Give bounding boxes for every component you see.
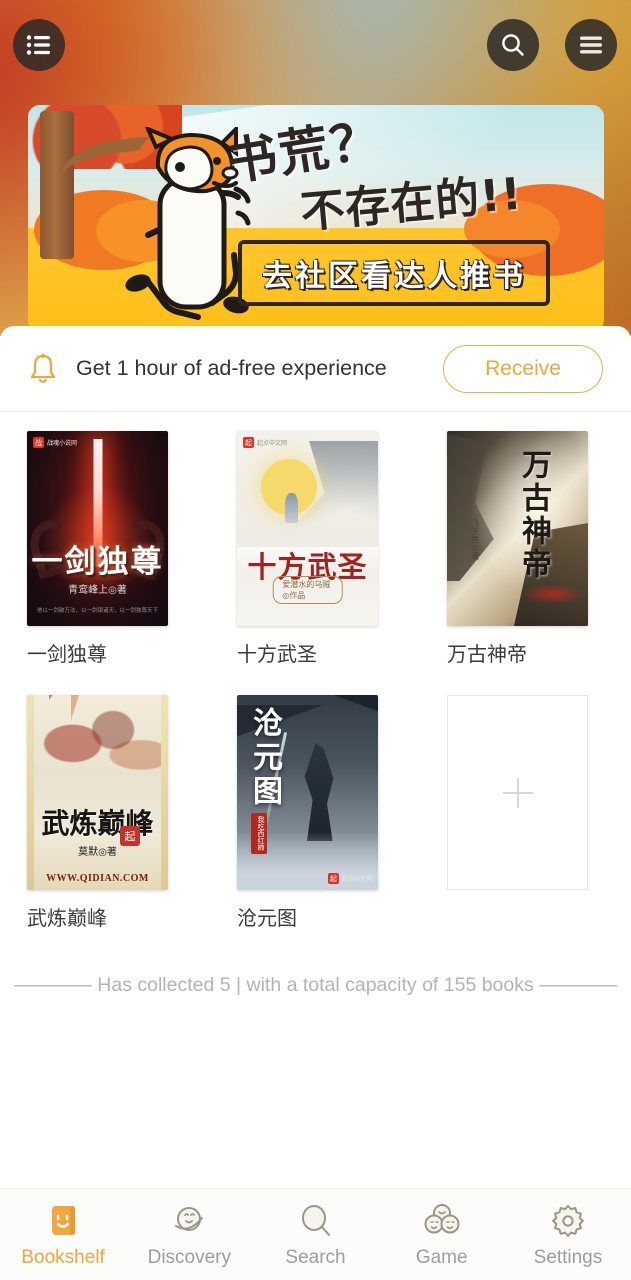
app-root: 书荒？ 不存在的!! 去社区看达人推书 Get 1 hour of ad-fre…: [0, 0, 631, 1280]
book-cover[interactable]: 战 战魂小说网 一剑独尊 青鸾峰上◎著 他以一剑破万法，以一剑镇诸天，以一剑独尊…: [27, 431, 168, 626]
menu-button[interactable]: [565, 19, 617, 71]
add-book-item[interactable]: [447, 695, 588, 931]
banner-text-block: 书荒？ 不存在的!! 去社区看达人推书: [216, 105, 596, 332]
promo-banner[interactable]: 书荒？ 不存在的!! 去社区看达人推书: [28, 105, 604, 332]
ad-free-notice: Get 1 hour of ad-free experience Receive: [0, 326, 631, 412]
list-icon: [26, 35, 50, 55]
cover-author-text: 青鸾峰上◎著: [68, 585, 127, 596]
tab-label: Search: [285, 1246, 346, 1268]
list-view-button[interactable]: [13, 19, 65, 71]
gear-icon: [548, 1201, 588, 1241]
book-title: 武炼巅峰: [27, 908, 107, 930]
tab-label: Game: [415, 1246, 468, 1268]
book-cover[interactable]: 万古神帝 飞天鱼◎著: [447, 431, 588, 626]
book-item[interactable]: 战 战魂小说网 一剑独尊 青鸾峰上◎著 他以一剑破万法，以一剑镇诸天，以一剑独尊…: [27, 431, 168, 667]
cover-title-text: 一剑独尊: [31, 544, 164, 580]
cover-url-text: WWW.QIDIAN.COM: [46, 873, 149, 884]
cover-title-text: 万古神帝: [516, 449, 551, 581]
receive-button[interactable]: Receive: [443, 344, 603, 393]
cover-chop-mark: 起: [120, 826, 140, 846]
collection-summary: ———— Has collected 5 | with a total capa…: [13, 974, 618, 996]
cover-tagline-text: 他以一剑破万法，以一剑镇诸天，以一剑独尊天下: [36, 607, 158, 614]
planet-face-icon: [169, 1201, 209, 1241]
bookshelf-icon: [43, 1201, 83, 1241]
cover-figure: [285, 493, 298, 523]
tab-settings[interactable]: Settings: [505, 1189, 631, 1280]
book-item[interactable]: 武炼巅峰 起 莫默◎著 WWW.QIDIAN.COM 武炼巅峰: [27, 695, 168, 931]
book-title: 十方武圣: [237, 644, 317, 666]
book-title: 沧元图: [237, 908, 297, 930]
search-icon: [502, 34, 524, 56]
book-item[interactable]: 起 起点中文网 十方武圣 爱潜水的乌贼◎作品 十方武圣: [237, 431, 378, 667]
content-sheet: Get 1 hour of ad-free experience Receive…: [0, 326, 631, 1280]
bookshelf-grid: 战 战魂小说网 一剑独尊 青鸾峰上◎著 他以一剑破万法，以一剑镇诸天，以一剑独尊…: [0, 412, 631, 931]
publisher-logo-mark: 起: [243, 437, 254, 448]
top-bar: [0, 0, 631, 92]
add-book-slot[interactable]: [447, 695, 588, 890]
publisher-logo-mark: 战: [33, 437, 44, 448]
tab-bookshelf[interactable]: Bookshelf: [0, 1189, 126, 1280]
book-item[interactable]: 沧元图 我吃西红柿 起 起点中文网 沧元图: [237, 695, 378, 931]
bottom-navigation: Bookshelf Discovery Search Game Settings: [0, 1188, 631, 1280]
tab-label: Settings: [533, 1246, 603, 1268]
publisher-logo: 起 起点中文网: [243, 437, 287, 448]
notice-text: Get 1 hour of ad-free experience: [76, 356, 387, 380]
magnifier-icon: [296, 1201, 336, 1241]
publisher-logo-text: 起点中文网: [257, 441, 288, 447]
publisher-logo: 战 战魂小说网: [33, 437, 77, 448]
hamburger-icon: [580, 36, 602, 54]
cover-seal-text: 我吃西红柿: [251, 813, 267, 854]
cover-seal-text: 爱潜水的乌贼◎作品: [272, 576, 343, 604]
book-cover[interactable]: 起 起点中文网 十方武圣 爱潜水的乌贼◎作品: [237, 431, 378, 626]
tab-label: Discovery: [147, 1246, 231, 1268]
cover-dragon-art: [35, 705, 161, 801]
search-button[interactable]: [487, 19, 539, 71]
tab-discovery[interactable]: Discovery: [126, 1189, 252, 1280]
book-title: 一剑独尊: [27, 644, 107, 666]
bell-icon: [30, 352, 56, 383]
cover-author-text: 莫默◎著: [78, 847, 117, 858]
cover-title-text: 武炼巅峰: [41, 807, 154, 840]
three-faces-icon: [422, 1201, 462, 1241]
cover-title-text: 沧元图: [247, 707, 282, 809]
publisher-logo-mark: 起: [327, 873, 339, 884]
plus-icon: [502, 777, 533, 808]
book-cover[interactable]: 武炼巅峰 起 莫默◎著 WWW.QIDIAN.COM: [27, 695, 168, 890]
book-title: 万古神帝: [447, 644, 527, 666]
publisher-logo-text: 战魂小说网: [47, 441, 78, 447]
tab-label: Bookshelf: [21, 1246, 105, 1268]
tab-search[interactable]: Search: [252, 1189, 378, 1280]
book-item[interactable]: 万古神帝 飞天鱼◎著 万古神帝: [447, 431, 588, 667]
cover-author-text: 飞天鱼◎著: [471, 519, 480, 560]
banner-cta-label[interactable]: 去社区看达人推书: [238, 240, 550, 306]
tab-game[interactable]: Game: [379, 1189, 505, 1280]
book-cover[interactable]: 沧元图 我吃西红柿 起 起点中文网: [237, 695, 378, 890]
publisher-logo: 起 起点中文网: [327, 873, 372, 884]
publisher-logo-text: 起点中文网: [341, 877, 372, 883]
cover-red-glow: [522, 584, 584, 604]
